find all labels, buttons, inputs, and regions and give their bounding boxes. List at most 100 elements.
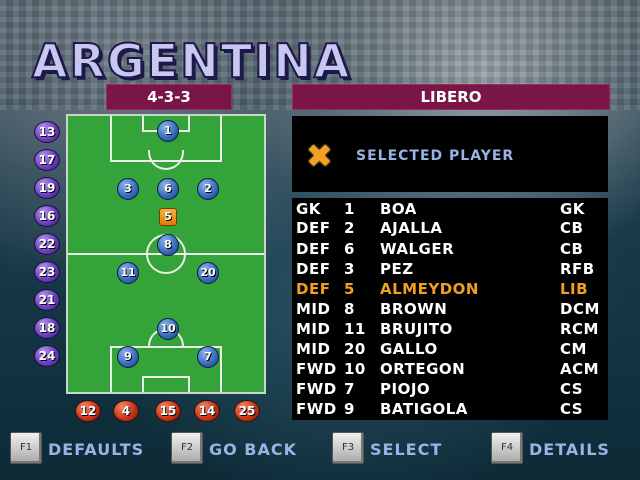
selected-role-bar: LIBERO: [292, 84, 610, 110]
roster-name: ALMEYDON: [380, 280, 479, 298]
roster-name: BATIGOLA: [380, 400, 468, 418]
roster-number: 11: [344, 320, 366, 338]
player-marker[interactable]: 6: [157, 178, 179, 200]
roster-number: 20: [344, 340, 366, 358]
player-marker[interactable]: 10: [157, 318, 179, 340]
pitch: 1 3 6 2 5 8 11 20 10 9 7: [66, 114, 266, 394]
roster-row[interactable]: MID 8 BROWN DCM: [292, 300, 608, 320]
roster-position: FWD: [296, 360, 337, 378]
defaults-label: DEFAULTS: [48, 440, 145, 459]
roster-position: FWD: [296, 380, 337, 398]
roster-role: ACM: [560, 360, 600, 378]
roster-position: MID: [296, 300, 331, 318]
roster-number: 3: [344, 260, 355, 278]
roster-position: DEF: [296, 280, 331, 298]
roster-number: 9: [344, 400, 355, 418]
sub-marker[interactable]: 22: [34, 233, 60, 255]
sub-marker[interactable]: 18: [34, 317, 60, 339]
roster-position: DEF: [296, 219, 331, 237]
roster-number: 1: [344, 200, 355, 218]
sub-marker[interactable]: 17: [34, 149, 60, 171]
pitch-line: [220, 116, 222, 162]
roster-role: RFB: [560, 260, 595, 278]
sub-marker[interactable]: 19: [34, 177, 60, 199]
f4-key-icon[interactable]: F4: [491, 432, 523, 464]
roster-row[interactable]: FWD 7 PIOJO CS: [292, 380, 608, 400]
roster-name: BROWN: [380, 300, 448, 318]
sub-marker[interactable]: 23: [34, 261, 60, 283]
roster-row[interactable]: DEF 3 PEZ RFB: [292, 260, 608, 280]
f1-key-icon[interactable]: F1: [10, 432, 42, 464]
reserve-marker[interactable]: 14: [194, 400, 220, 422]
roster-name: PEZ: [380, 260, 414, 278]
roster-row[interactable]: GK 1 BOA GK: [292, 200, 608, 220]
roster-number: 6: [344, 240, 355, 258]
roster-number: 5: [344, 280, 355, 298]
roster-name: ORTEGON: [380, 360, 466, 378]
roster-name: BOA: [380, 200, 417, 218]
formation-selector[interactable]: 4-3-3: [106, 84, 232, 110]
roster-name: AJALLA: [380, 219, 443, 237]
f2-key-icon[interactable]: F2: [171, 432, 203, 464]
roster-position: FWD: [296, 400, 337, 418]
sub-marker[interactable]: 13: [34, 121, 60, 143]
roster-role: DCM: [560, 300, 600, 318]
f3-key-icon[interactable]: F3: [332, 432, 364, 464]
roster-role: CB: [560, 240, 584, 258]
roster-role: GK: [560, 200, 585, 218]
roster-role: CS: [560, 400, 584, 418]
pitch-line: [188, 376, 190, 392]
roster-role: RCM: [560, 320, 599, 338]
reserve-marker[interactable]: 15: [155, 400, 181, 422]
pitch-line: [110, 346, 112, 392]
roster-role: CS: [560, 380, 584, 398]
reserve-marker[interactable]: 25: [234, 400, 260, 422]
pitch-line: [110, 116, 112, 162]
reserve-marker[interactable]: 4: [113, 400, 139, 422]
player-marker[interactable]: 7: [197, 346, 219, 368]
roster-position: DEF: [296, 260, 331, 278]
roster-row[interactable]: DEF 6 WALGER CB: [292, 240, 608, 260]
roster-role: CB: [560, 219, 584, 237]
team-title: ARGENTINA: [31, 33, 352, 89]
player-marker[interactable]: 9: [117, 346, 139, 368]
select-label: SELECT: [370, 440, 443, 459]
roster-role: CM: [560, 340, 587, 358]
player-marker[interactable]: 11: [117, 262, 139, 284]
roster-position: MID: [296, 320, 331, 338]
roster-name: PIOJO: [380, 380, 431, 398]
roster-position: GK: [296, 200, 321, 218]
selected-player-panel: ✖ SELECTED PLAYER: [292, 116, 608, 192]
selected-player-label: SELECTED PLAYER: [356, 148, 515, 164]
roster-role: LIB: [560, 280, 589, 298]
player-marker[interactable]: 1: [157, 120, 179, 142]
player-marker[interactable]: 20: [197, 262, 219, 284]
roster-number: 7: [344, 380, 355, 398]
star-icon: ✖: [306, 137, 333, 175]
roster-position: DEF: [296, 240, 331, 258]
roster-list: GK 1 BOA GK DEF 2 AJALLA CB DEF 6 WALGER…: [292, 198, 608, 420]
sub-marker[interactable]: 21: [34, 289, 60, 311]
roster-row[interactable]: MID 11 BRUJITO RCM: [292, 320, 608, 340]
reserve-marker[interactable]: 12: [75, 400, 101, 422]
player-marker[interactable]: 8: [157, 234, 179, 256]
roster-position: MID: [296, 340, 331, 358]
roster-name: WALGER: [380, 240, 455, 258]
roster-row[interactable]: DEF 2 AJALLA CB: [292, 219, 608, 239]
roster-name: BRUJITO: [380, 320, 453, 338]
selected-player-marker[interactable]: 5: [159, 208, 177, 226]
roster-row[interactable]: FWD 9 BATIGOLA CS: [292, 400, 608, 420]
pitch-line: [142, 376, 190, 378]
player-marker[interactable]: 3: [117, 178, 139, 200]
player-marker[interactable]: 2: [197, 178, 219, 200]
pitch-line: [142, 376, 144, 392]
sub-marker[interactable]: 16: [34, 205, 60, 227]
sub-marker[interactable]: 24: [34, 345, 60, 367]
roster-row[interactable]: FWD 10 ORTEGON ACM: [292, 360, 608, 380]
go-back-label: GO BACK: [209, 440, 298, 459]
roster-number: 8: [344, 300, 355, 318]
roster-number: 2: [344, 219, 355, 237]
roster-row[interactable]: MID 20 GALLO CM: [292, 340, 608, 360]
roster-row-selected[interactable]: DEF 5 ALMEYDON LIB: [292, 280, 608, 300]
details-label: DETAILS: [529, 440, 610, 459]
